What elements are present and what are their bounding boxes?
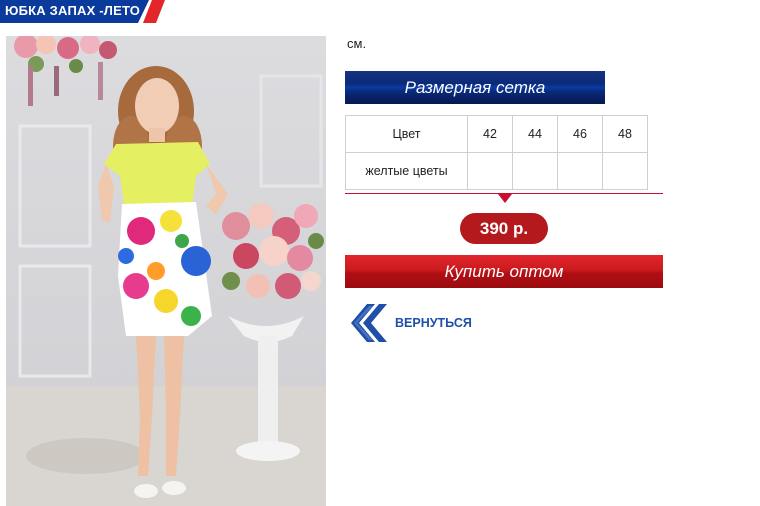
unit-text: см. xyxy=(347,36,367,51)
size-table-header-row: Цвет 42 44 46 48 xyxy=(345,115,648,153)
quantity-cell-46[interactable] xyxy=(557,152,603,190)
size-chart-button-label: Размерная сетка xyxy=(404,78,546,97)
product-photo xyxy=(6,36,326,506)
quantity-cell-48[interactable] xyxy=(602,152,648,190)
size-table-color-header: Цвет xyxy=(345,115,468,153)
pointer-arrow-icon xyxy=(498,194,512,203)
size-table: Цвет 42 44 46 48 желтые цветы xyxy=(345,115,648,190)
page-title-tab: ЮБКА ЗАПАХ -ЛЕТО xyxy=(0,0,165,23)
double-chevron-left-icon xyxy=(351,304,387,342)
page-title: ЮБКА ЗАПАХ -ЛЕТО xyxy=(5,3,141,18)
size-table-color-cell: желтые цветы xyxy=(345,152,468,190)
size-chart-button[interactable]: Размерная сетка xyxy=(345,71,605,104)
quantity-cell-44[interactable] xyxy=(512,152,558,190)
size-header-48: 48 xyxy=(602,115,648,153)
buy-wholesale-button[interactable]: Купить оптом xyxy=(345,255,663,288)
back-link[interactable]: ВЕРНУТЬСЯ xyxy=(345,300,472,346)
table-row: желтые цветы xyxy=(345,152,648,190)
size-header-42: 42 xyxy=(467,115,513,153)
quantity-cell-42[interactable] xyxy=(467,152,513,190)
size-header-44: 44 xyxy=(512,115,558,153)
size-header-46: 46 xyxy=(557,115,603,153)
price-badge: 390 р. xyxy=(460,213,548,244)
back-link-label: ВЕРНУТЬСЯ xyxy=(395,316,472,330)
buy-wholesale-button-label: Купить оптом xyxy=(444,262,564,281)
